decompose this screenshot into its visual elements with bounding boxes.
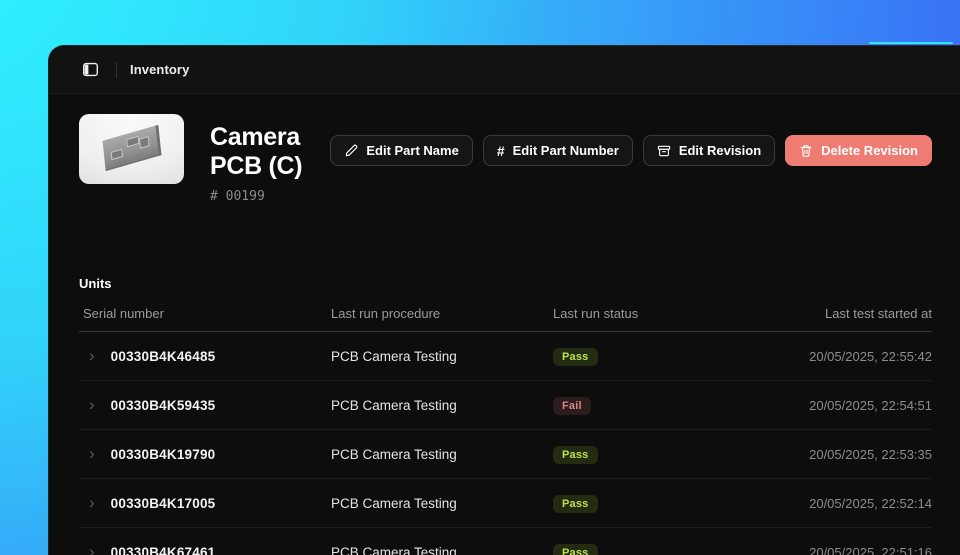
status-badge: Pass <box>553 446 598 464</box>
unit-procedure: PCB Camera Testing <box>331 398 553 413</box>
status-cell: Pass <box>553 445 712 464</box>
topbar: Inventory <box>49 46 960 94</box>
serial-cell: › 00330B4K59435 <box>79 397 331 414</box>
unit-procedure: PCB Camera Testing <box>331 349 553 364</box>
part-actions: Edit Part Name # Edit Part Number <box>330 114 932 166</box>
breadcrumb: Inventory <box>130 62 189 77</box>
topbar-divider <box>116 62 117 78</box>
unit-serial: 00330B4K59435 <box>111 398 216 413</box>
button-label: Edit Revision <box>679 143 761 158</box>
unit-last-test: 20/05/2025, 22:55:42 <box>712 349 932 364</box>
table-row[interactable]: › 00330B4K17005 PCB Camera Testing Pass … <box>79 479 932 528</box>
accent-streak <box>869 42 953 44</box>
col-serial-number: Serial number <box>79 306 331 321</box>
col-last-run-status: Last run status <box>553 306 712 321</box>
status-badge: Pass <box>553 544 598 555</box>
trash-icon <box>799 144 813 158</box>
chevron-right-icon[interactable]: › <box>89 396 95 413</box>
status-cell: Fail <box>553 396 712 415</box>
unit-procedure: PCB Camera Testing <box>331 545 553 555</box>
unit-serial: 00330B4K67461 <box>111 545 216 555</box>
chevron-right-icon[interactable]: › <box>89 543 95 555</box>
part-thumbnail <box>79 114 184 184</box>
unit-serial: 00330B4K17005 <box>111 496 216 511</box>
unit-serial: 00330B4K46485 <box>111 349 216 364</box>
part-meta: Camera PCB (C) # 00199 <box>210 114 304 204</box>
part-title: Camera PCB (C) <box>210 123 304 181</box>
background: Inventory Camera PCB (C) # 00199 <box>0 0 960 555</box>
serial-cell: › 00330B4K46485 <box>79 348 331 365</box>
table-body: › 00330B4K46485 PCB Camera Testing Pass … <box>79 332 932 555</box>
part-header: Camera PCB (C) # 00199 Edit Part Name # <box>79 114 932 204</box>
edit-revision-button[interactable]: Edit Revision <box>643 135 775 166</box>
delete-revision-button[interactable]: Delete Revision <box>785 135 932 166</box>
col-last-run-procedure: Last run procedure <box>331 306 553 321</box>
table-row[interactable]: › 00330B4K67461 PCB Camera Testing Pass … <box>79 528 932 555</box>
serial-cell: › 00330B4K67461 <box>79 544 331 555</box>
pcb-image <box>103 125 162 171</box>
edit-part-name-button[interactable]: Edit Part Name <box>330 135 472 166</box>
table-row[interactable]: › 00330B4K19790 PCB Camera Testing Pass … <box>79 430 932 479</box>
unit-procedure: PCB Camera Testing <box>331 447 553 462</box>
units-title: Units <box>79 276 932 291</box>
archive-icon <box>657 144 671 158</box>
part-number: # 00199 <box>210 189 304 204</box>
unit-procedure: PCB Camera Testing <box>331 496 553 511</box>
chevron-right-icon[interactable]: › <box>89 445 95 462</box>
unit-last-test: 20/05/2025, 22:54:51 <box>712 398 932 413</box>
table-header: Serial number Last run procedure Last ru… <box>79 306 932 332</box>
table-row[interactable]: › 00330B4K59435 PCB Camera Testing Fail … <box>79 381 932 430</box>
serial-cell: › 00330B4K17005 <box>79 495 331 512</box>
serial-cell: › 00330B4K19790 <box>79 446 331 463</box>
unit-last-test: 20/05/2025, 22:51:16 <box>712 545 932 555</box>
button-label: Edit Part Name <box>366 143 458 158</box>
button-label: Delete Revision <box>821 143 918 158</box>
edit-part-number-button[interactable]: # Edit Part Number <box>483 135 633 166</box>
status-cell: Pass <box>553 494 712 513</box>
pencil-icon <box>344 144 358 158</box>
app-window: Inventory Camera PCB (C) # 00199 <box>48 45 960 555</box>
main-content: Camera PCB (C) # 00199 Edit Part Name # <box>49 94 960 555</box>
chevron-right-icon[interactable]: › <box>89 347 95 364</box>
sidebar-toggle-button[interactable] <box>77 57 103 83</box>
chevron-right-icon[interactable]: › <box>89 494 95 511</box>
status-cell: Pass <box>553 543 712 555</box>
status-badge: Fail <box>553 397 591 415</box>
status-badge: Pass <box>553 348 598 366</box>
panel-icon <box>82 61 99 78</box>
hash-icon: # <box>497 144 505 158</box>
status-badge: Pass <box>553 495 598 513</box>
table-row[interactable]: › 00330B4K46485 PCB Camera Testing Pass … <box>79 332 932 381</box>
unit-last-test: 20/05/2025, 22:53:35 <box>712 447 932 462</box>
button-label: Edit Part Number <box>513 143 619 158</box>
col-last-test-started-at: Last test started at <box>712 306 932 321</box>
status-cell: Pass <box>553 347 712 366</box>
unit-serial: 00330B4K19790 <box>111 447 216 462</box>
unit-last-test: 20/05/2025, 22:52:14 <box>712 496 932 511</box>
